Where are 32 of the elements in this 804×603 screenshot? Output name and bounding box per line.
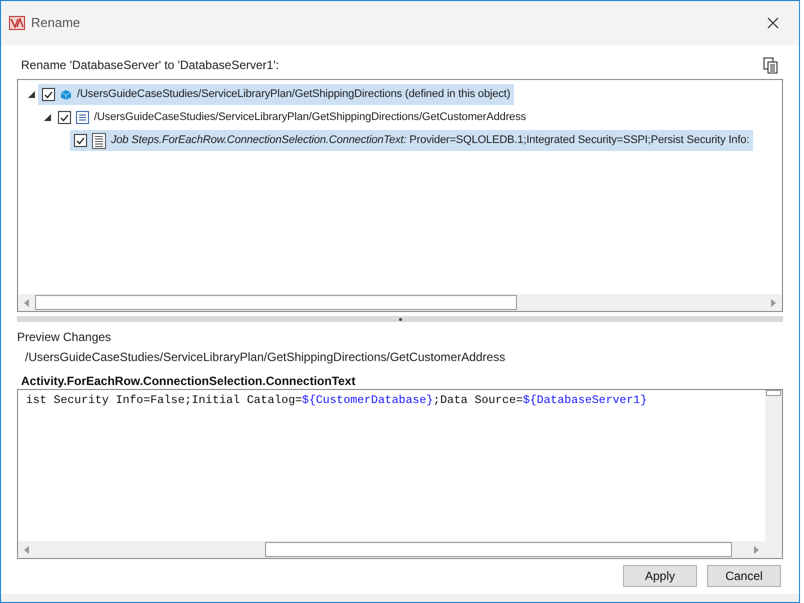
close-icon[interactable] <box>767 17 779 29</box>
left-arrow-icon[interactable] <box>24 298 29 306</box>
horizontal-scrollbar[interactable] <box>18 541 782 558</box>
checkbox[interactable] <box>58 111 71 124</box>
vertical-scrollbar[interactable] <box>765 390 782 541</box>
dialog-button[interactable]: Cancel <box>707 565 781 587</box>
text-editor[interactable]: ist Security Info=False;Initial Catalog=${CustomerDatabase};Data Source=${DatabaseServer1} <box>17 389 783 559</box>
list-icon <box>76 111 89 124</box>
document-icon <box>92 132 106 148</box>
checkbox[interactable] <box>42 88 55 101</box>
scrollbar-thumb[interactable] <box>35 295 517 310</box>
right-arrow-icon[interactable] <box>771 298 776 306</box>
expanded-icon[interactable] <box>28 91 34 98</box>
object-path: /UsersGuideCaseStudies/ServiceLibraryPlan/GetShippingDirections/GetCustomerAddress <box>25 349 506 364</box>
right-arrow-icon[interactable] <box>754 546 759 554</box>
property-label: Activity.ForEachRow.ConnectionSelection.ConnectionText <box>21 373 356 388</box>
section-heading: Preview Changes <box>17 329 112 344</box>
cube-icon <box>60 88 72 100</box>
tree-item[interactable]: Job Steps.ForEachRow.ConnectionSelection.ConnectionText: Provider=SQLOLEDB.1;Integrated Security=SSPI;Persist Security Info: <box>70 130 754 151</box>
left-arrow-icon[interactable] <box>24 546 29 554</box>
copy-icon[interactable] <box>763 56 779 74</box>
scrollbar-thumb[interactable] <box>265 542 732 557</box>
connection-text: ist Security Info=False;Initial Catalog=${CustomerDatabase};Data Source=${DatabaseServer1} <box>25 393 648 409</box>
expanded-icon[interactable] <box>44 114 50 121</box>
tree-item[interactable]: /UsersGuideCaseStudies/ServiceLibraryPlan/GetShippingDirections (defined in this object) <box>38 84 514 105</box>
rename-prompt: Rename 'DatabaseServer' to 'DatabaseServer1': <box>21 57 279 74</box>
window-title: Rename <box>31 14 80 32</box>
checkbox[interactable] <box>74 134 87 147</box>
app-icon <box>9 16 25 30</box>
horizontal-scrollbar[interactable] <box>18 294 782 311</box>
dialog-button[interactable]: Apply <box>623 565 697 587</box>
tree-item[interactable]: /UsersGuideCaseStudies/ServiceLibraryPlan/GetShippingDirections/GetCustomerAddress <box>54 107 530 128</box>
